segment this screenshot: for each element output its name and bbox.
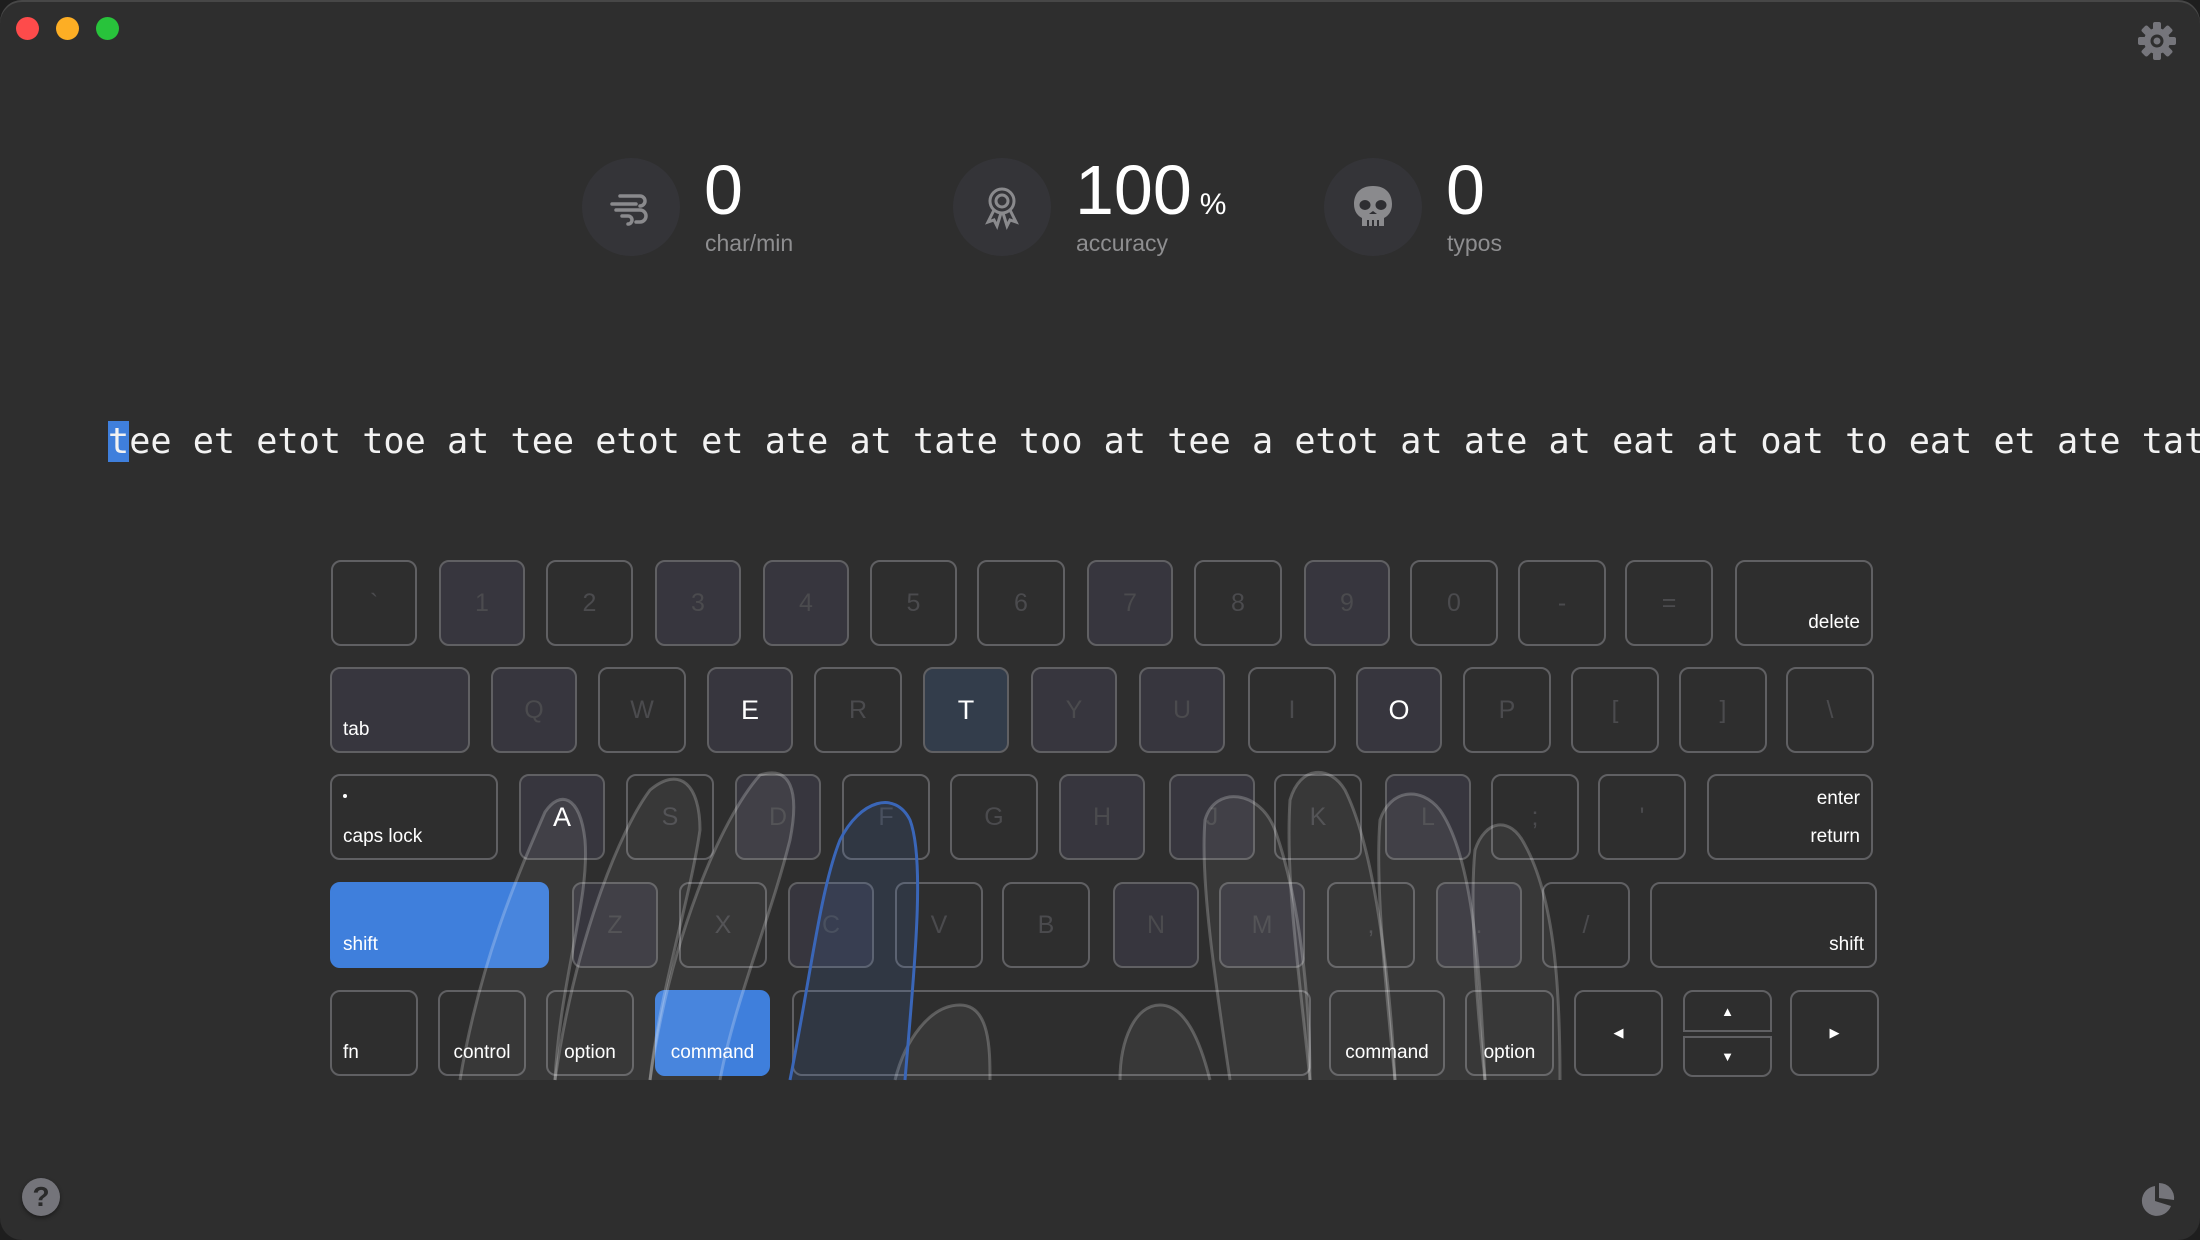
app-window: 0 char/min 100% accuracy 0 typos tee et … xyxy=(0,0,2200,1240)
key-5[interactable]: 5 xyxy=(870,560,957,646)
key-b[interactable]: B xyxy=(1002,882,1090,968)
key-equals[interactable]: = xyxy=(1625,560,1713,646)
key-8[interactable]: 8 xyxy=(1194,560,1282,646)
key-o[interactable]: O xyxy=(1356,667,1442,753)
key-shift-right[interactable]: shift xyxy=(1650,882,1877,968)
arrow-left-icon: ◀ xyxy=(1613,1025,1624,1040)
key-option-left[interactable]: option xyxy=(546,990,634,1076)
key-semicolon[interactable]: ; xyxy=(1491,774,1579,860)
key-0[interactable]: 0 xyxy=(1410,560,1498,646)
key-arrow-down[interactable]: ▼ xyxy=(1683,1036,1772,1077)
key-slash[interactable]: / xyxy=(1542,882,1630,968)
key-control[interactable]: control xyxy=(438,990,526,1076)
key-space[interactable] xyxy=(792,990,1311,1076)
key-q[interactable]: Q xyxy=(491,667,577,753)
arrow-right-icon: ▶ xyxy=(1829,1025,1840,1040)
key-7[interactable]: 7 xyxy=(1087,560,1173,646)
key-period[interactable]: . xyxy=(1436,882,1522,968)
key-s[interactable]: S xyxy=(626,774,714,860)
key-d[interactable]: D xyxy=(735,774,821,860)
statistics-button[interactable] xyxy=(2138,1180,2178,1220)
caps-lock-indicator xyxy=(343,794,347,798)
key-6[interactable]: 6 xyxy=(977,560,1065,646)
key-command-right[interactable]: command xyxy=(1329,990,1445,1076)
key-minus[interactable]: - xyxy=(1518,560,1606,646)
return-label: return xyxy=(1810,826,1860,847)
key-v[interactable]: V xyxy=(895,882,983,968)
key-h[interactable]: H xyxy=(1059,774,1145,860)
arrow-up-icon: ▲ xyxy=(1721,1003,1734,1019)
key-n[interactable]: N xyxy=(1113,882,1199,968)
key-u[interactable]: U xyxy=(1139,667,1225,753)
key-m[interactable]: M xyxy=(1219,882,1305,968)
key-4[interactable]: 4 xyxy=(763,560,849,646)
key-9[interactable]: 9 xyxy=(1304,560,1390,646)
key-quote[interactable]: ' xyxy=(1598,774,1686,860)
enter-label: enter xyxy=(1816,788,1860,809)
help-button[interactable]: ? xyxy=(22,1178,60,1216)
key-3[interactable]: 3 xyxy=(655,560,741,646)
key-x[interactable]: X xyxy=(679,882,767,968)
key-c[interactable]: C xyxy=(788,882,874,968)
virtual-keyboard: ` 1 2 3 4 5 6 7 8 9 0 - = delete tab Q W… xyxy=(0,0,2200,1240)
key-l[interactable]: L xyxy=(1385,774,1471,860)
question-icon: ? xyxy=(32,1181,50,1212)
key-enter[interactable]: enter return xyxy=(1707,774,1873,860)
key-backslash[interactable]: \ xyxy=(1786,667,1874,753)
key-right-bracket[interactable]: ] xyxy=(1679,667,1767,753)
key-r[interactable]: R xyxy=(814,667,902,753)
key-y[interactable]: Y xyxy=(1031,667,1117,753)
key-comma[interactable]: , xyxy=(1327,882,1415,968)
key-arrow-up[interactable]: ▲ xyxy=(1683,990,1772,1032)
key-arrow-right[interactable]: ▶ xyxy=(1790,990,1879,1076)
key-delete[interactable]: delete xyxy=(1735,560,1873,646)
key-p[interactable]: P xyxy=(1463,667,1551,753)
key-tab[interactable]: tab xyxy=(330,667,470,753)
key-t[interactable]: T xyxy=(923,667,1009,753)
key-w[interactable]: W xyxy=(598,667,686,753)
pie-chart-icon xyxy=(2141,1182,2175,1216)
key-option-right[interactable]: option xyxy=(1465,990,1554,1076)
key-1[interactable]: 1 xyxy=(439,560,525,646)
key-arrow-left[interactable]: ◀ xyxy=(1574,990,1663,1076)
key-j[interactable]: J xyxy=(1169,774,1255,860)
caps-lock-label: caps lock xyxy=(343,826,423,847)
key-k[interactable]: K xyxy=(1274,774,1362,860)
arrow-down-icon: ▼ xyxy=(1721,1049,1734,1064)
key-a[interactable]: A xyxy=(519,774,605,860)
key-f[interactable]: F xyxy=(842,774,930,860)
key-caps-lock[interactable]: caps lock xyxy=(330,774,498,860)
key-g[interactable]: G xyxy=(950,774,1038,860)
key-left-bracket[interactable]: [ xyxy=(1571,667,1659,753)
key-command-left[interactable]: command xyxy=(655,990,770,1076)
key-fn[interactable]: fn xyxy=(330,990,418,1076)
key-backtick[interactable]: ` xyxy=(331,560,417,646)
key-2[interactable]: 2 xyxy=(546,560,633,646)
key-shift-left[interactable]: shift xyxy=(330,882,549,968)
key-e[interactable]: E xyxy=(707,667,793,753)
key-z[interactable]: Z xyxy=(572,882,658,968)
key-i[interactable]: I xyxy=(1248,667,1336,753)
